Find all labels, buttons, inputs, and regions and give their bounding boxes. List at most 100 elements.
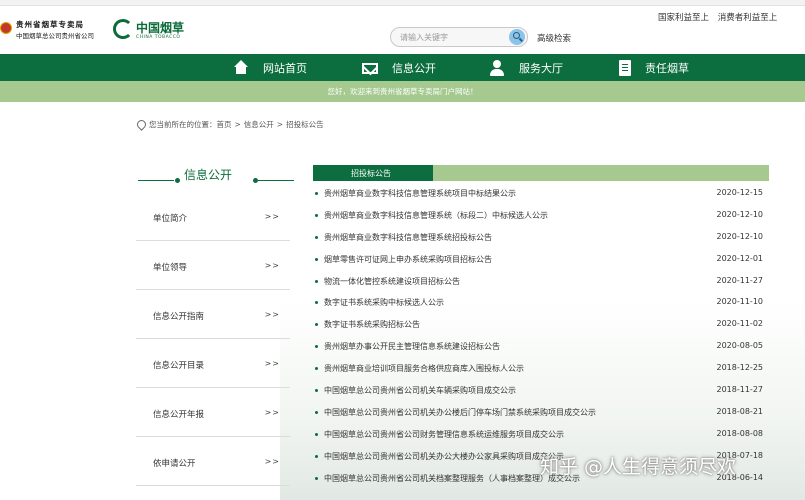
- breadcrumb-info-disclosure[interactable]: 信息公开: [244, 119, 274, 130]
- bullet-icon: [315, 476, 318, 480]
- nav-item-label: 网站首页: [263, 61, 307, 75]
- sidebar-item-label: 依申请公开: [153, 459, 196, 469]
- zhihu-watermark: 知乎 @人生得意须尽欢: [540, 456, 737, 478]
- breadcrumb-home[interactable]: 首页: [217, 119, 232, 130]
- list-item-title[interactable]: 贵州烟草商业数字科技信息管理系统招投标公告: [324, 232, 492, 243]
- double-chevron-right-icon: >>: [264, 261, 280, 270]
- bullet-icon: [315, 345, 318, 349]
- sidebar-item-unit-intro[interactable]: 单位简介 >>: [136, 192, 290, 241]
- brand-name: 中国烟草: [136, 21, 185, 35]
- breadcrumb-separator: >: [234, 120, 241, 129]
- breadcrumb-current[interactable]: 招投标公告: [286, 119, 324, 130]
- nav-item-info-disclosure[interactable]: 信息公开: [362, 54, 436, 81]
- nav-item-label: 服务大厅: [519, 61, 563, 75]
- double-chevron-right-icon: >>: [264, 310, 280, 319]
- breadcrumb-separator: >: [276, 120, 284, 129]
- welcome-banner: 您好，欢迎来到贵州省烟草专卖局门户网站！: [0, 81, 805, 102]
- list-item[interactable]: 数字证书系统采购中标候选人公示 2020-11-10: [313, 296, 769, 318]
- nav-item-responsibility[interactable]: 责任烟草: [619, 54, 689, 81]
- sidebar-item-label: 单位简介: [153, 214, 188, 224]
- sidebar-title-text: 信息公开: [184, 168, 233, 182]
- slogan-consumer-interest[interactable]: 消费者利益至上: [718, 13, 778, 23]
- search-input[interactable]: [400, 31, 500, 44]
- sidebar-item-label: 信息公开目录: [153, 361, 205, 371]
- list-item[interactable]: 中国烟草总公司贵州省公司机关办公楼后门停车场门禁系统采购项目成交公示 2018-0…: [313, 406, 769, 428]
- breadcrumb: 您当前所在的位置： 首页 > 信息公开 > 招投标公告: [137, 119, 324, 130]
- list-item-title[interactable]: 中国烟草总公司贵州省公司财务管理信息系统运维服务项目成交公示: [324, 429, 564, 440]
- list-item-date: 2020-12-10: [716, 209, 764, 219]
- list-item-title[interactable]: 数字证书系统采购招标公告: [324, 319, 420, 330]
- list-item-date: 2018-08-08: [716, 428, 764, 438]
- list-item-title[interactable]: 物流一体化管控系统建设项目招标公告: [324, 276, 460, 287]
- bullet-icon: [315, 235, 318, 239]
- list-item-date: 2020-11-10: [716, 297, 764, 307]
- double-chevron-right-icon: >>: [264, 359, 280, 368]
- list-item[interactable]: 中国烟草总公司贵州省公司财务管理信息系统运维服务项目成交公示 2018-08-08: [313, 428, 769, 450]
- list-item[interactable]: 物流一体化管控系统建设项目招标公告 2020-11-27: [313, 275, 769, 297]
- china-tobacco-logo-icon: [113, 19, 133, 39]
- list-item-title[interactable]: 贵州烟草商业培训项目服务合格供应商库入围投标人公示: [324, 363, 524, 374]
- tab-bidding-announcements[interactable]: 招投标公告: [313, 165, 433, 181]
- list-item[interactable]: 贵州烟草办事公开民主管理信息系统建设招标公告 2020-08-05: [313, 340, 769, 362]
- sidebar-item-unit-leaders[interactable]: 单位领导 >>: [136, 241, 290, 290]
- sidebar-item-label: 信息公开年报: [153, 410, 205, 420]
- sidebar-item-disclosure-guide[interactable]: 信息公开指南 >>: [136, 290, 290, 339]
- bullet-icon: [315, 279, 318, 283]
- list-item-title[interactable]: 数字证书系统采购中标候选人公示: [324, 297, 444, 308]
- list-item-title[interactable]: 烟草零售许可证网上申办系统采购项目招标公告: [324, 254, 492, 265]
- slogan-national-interest[interactable]: 国家利益至上: [658, 13, 709, 23]
- list-item[interactable]: 贵州烟草商业培训项目服务合格供应商库入围投标人公示 2018-12-25: [313, 362, 769, 384]
- list-item-title[interactable]: 中国烟草总公司贵州省公司机关办公大楼办公家具采购项目成交公示: [324, 451, 564, 462]
- sidebar-item-disclosure-catalog[interactable]: 信息公开目录 >>: [136, 339, 290, 388]
- double-chevron-right-icon: >>: [264, 408, 280, 417]
- sidebar-item-label: 信息公开指南: [153, 312, 205, 322]
- list-item[interactable]: 贵州烟草商业数字科技信息管理系统项目中标结果公示 2020-12-15: [313, 187, 769, 209]
- bullet-icon: [315, 454, 318, 458]
- list-item[interactable]: 数字证书系统采购招标公告 2020-11-02: [313, 318, 769, 340]
- sidebar-item-request-disclosure[interactable]: 依申请公开 >>: [136, 437, 290, 486]
- list-item-title[interactable]: 贵州烟草商业数字科技信息管理系统项目中标结果公示: [324, 188, 516, 199]
- list-item-date: 2020-12-01: [716, 253, 764, 263]
- sidebar: 信息公开 单位简介 >> 单位领导 >> 信息公开指南 >> 信息公开目录 >>…: [136, 155, 298, 500]
- list-item-title[interactable]: 贵州烟草商业数字科技信息管理系统（标段二）中标候选人公示: [324, 210, 548, 221]
- list-item[interactable]: 烟草零售许可证网上申办系统采购项目招标公告 2020-12-01: [313, 253, 769, 275]
- tab-bar: 招投标公告: [313, 165, 769, 181]
- list-item-date: 2018-12-25: [716, 363, 764, 373]
- china-tobacco-logo[interactable]: 中国烟草 CHINA TOBACCO: [113, 18, 193, 44]
- list-item[interactable]: 贵州烟草商业数字科技信息管理系统（标段二）中标候选人公示 2020-12-10: [313, 209, 769, 231]
- list-item-date: 2020-11-27: [716, 275, 764, 285]
- search-button[interactable]: [509, 29, 525, 45]
- logo-line1: 贵州省烟草专卖局: [16, 20, 84, 29]
- main-nav: 网站首页 信息公开 服务大厅 责任烟草: [0, 54, 805, 81]
- bureau-logo[interactable]: 贵州省烟草专卖局 中国烟草总公司贵州省公司: [0, 19, 108, 41]
- list-item[interactable]: 中国烟草总公司贵州省公司机关车辆采购项目成交公示 2018-11-27: [313, 384, 769, 406]
- list-item-date: 2020-08-05: [716, 341, 764, 351]
- site-header: 贵州省烟草专卖局 中国烟草总公司贵州省公司 中国烟草 CHINA TOBACCO…: [0, 6, 805, 54]
- list-item-title[interactable]: 贵州烟草办事公开民主管理信息系统建设招标公告: [324, 341, 500, 352]
- sidebar-item-annual-report[interactable]: 信息公开年报 >>: [136, 388, 290, 437]
- bullet-icon: [315, 367, 318, 371]
- list-item-date: 2018-08-21: [716, 406, 764, 416]
- nav-item-home[interactable]: 网站首页: [233, 54, 307, 81]
- list-item[interactable]: 贵州烟草商业数字科技信息管理系统招投标公告 2020-12-10: [313, 231, 769, 253]
- list-item-title[interactable]: 中国烟草总公司贵州省公司机关车辆采购项目成交公示: [324, 385, 516, 396]
- list-item-title[interactable]: 中国烟草总公司贵州省公司机关办公楼后门停车场门禁系统采购项目成交公示: [324, 407, 596, 418]
- announcement-list: 贵州烟草商业数字科技信息管理系统项目中标结果公示 2020-12-15 贵州烟草商…: [313, 187, 769, 493]
- logo-line2: 中国烟草总公司贵州省公司: [16, 32, 94, 40]
- double-chevron-right-icon: >>: [264, 457, 280, 466]
- divider: [258, 180, 294, 181]
- sidebar-title: 信息公开: [136, 155, 298, 191]
- advanced-search-link[interactable]: 高级检索: [537, 32, 571, 44]
- national-emblem-icon: [0, 22, 12, 34]
- bullet-icon: [315, 301, 318, 305]
- top-slogans: 国家利益至上 消费者利益至上: [658, 11, 777, 23]
- main-content: 招投标公告 贵州烟草商业数字科技信息管理系统项目中标结果公示 2020-12-15…: [313, 165, 769, 483]
- nav-item-label: 责任烟草: [645, 61, 689, 75]
- search-box: [390, 27, 528, 47]
- bullet-icon: [315, 323, 318, 327]
- double-chevron-right-icon: >>: [264, 212, 280, 221]
- sidebar-list: 单位简介 >> 单位领导 >> 信息公开指南 >> 信息公开目录 >> 信息公开…: [136, 192, 290, 486]
- nav-item-label: 信息公开: [392, 61, 436, 75]
- nav-item-service-hall[interactable]: 服务大厅: [489, 54, 563, 81]
- search-icon-handle: [519, 37, 523, 42]
